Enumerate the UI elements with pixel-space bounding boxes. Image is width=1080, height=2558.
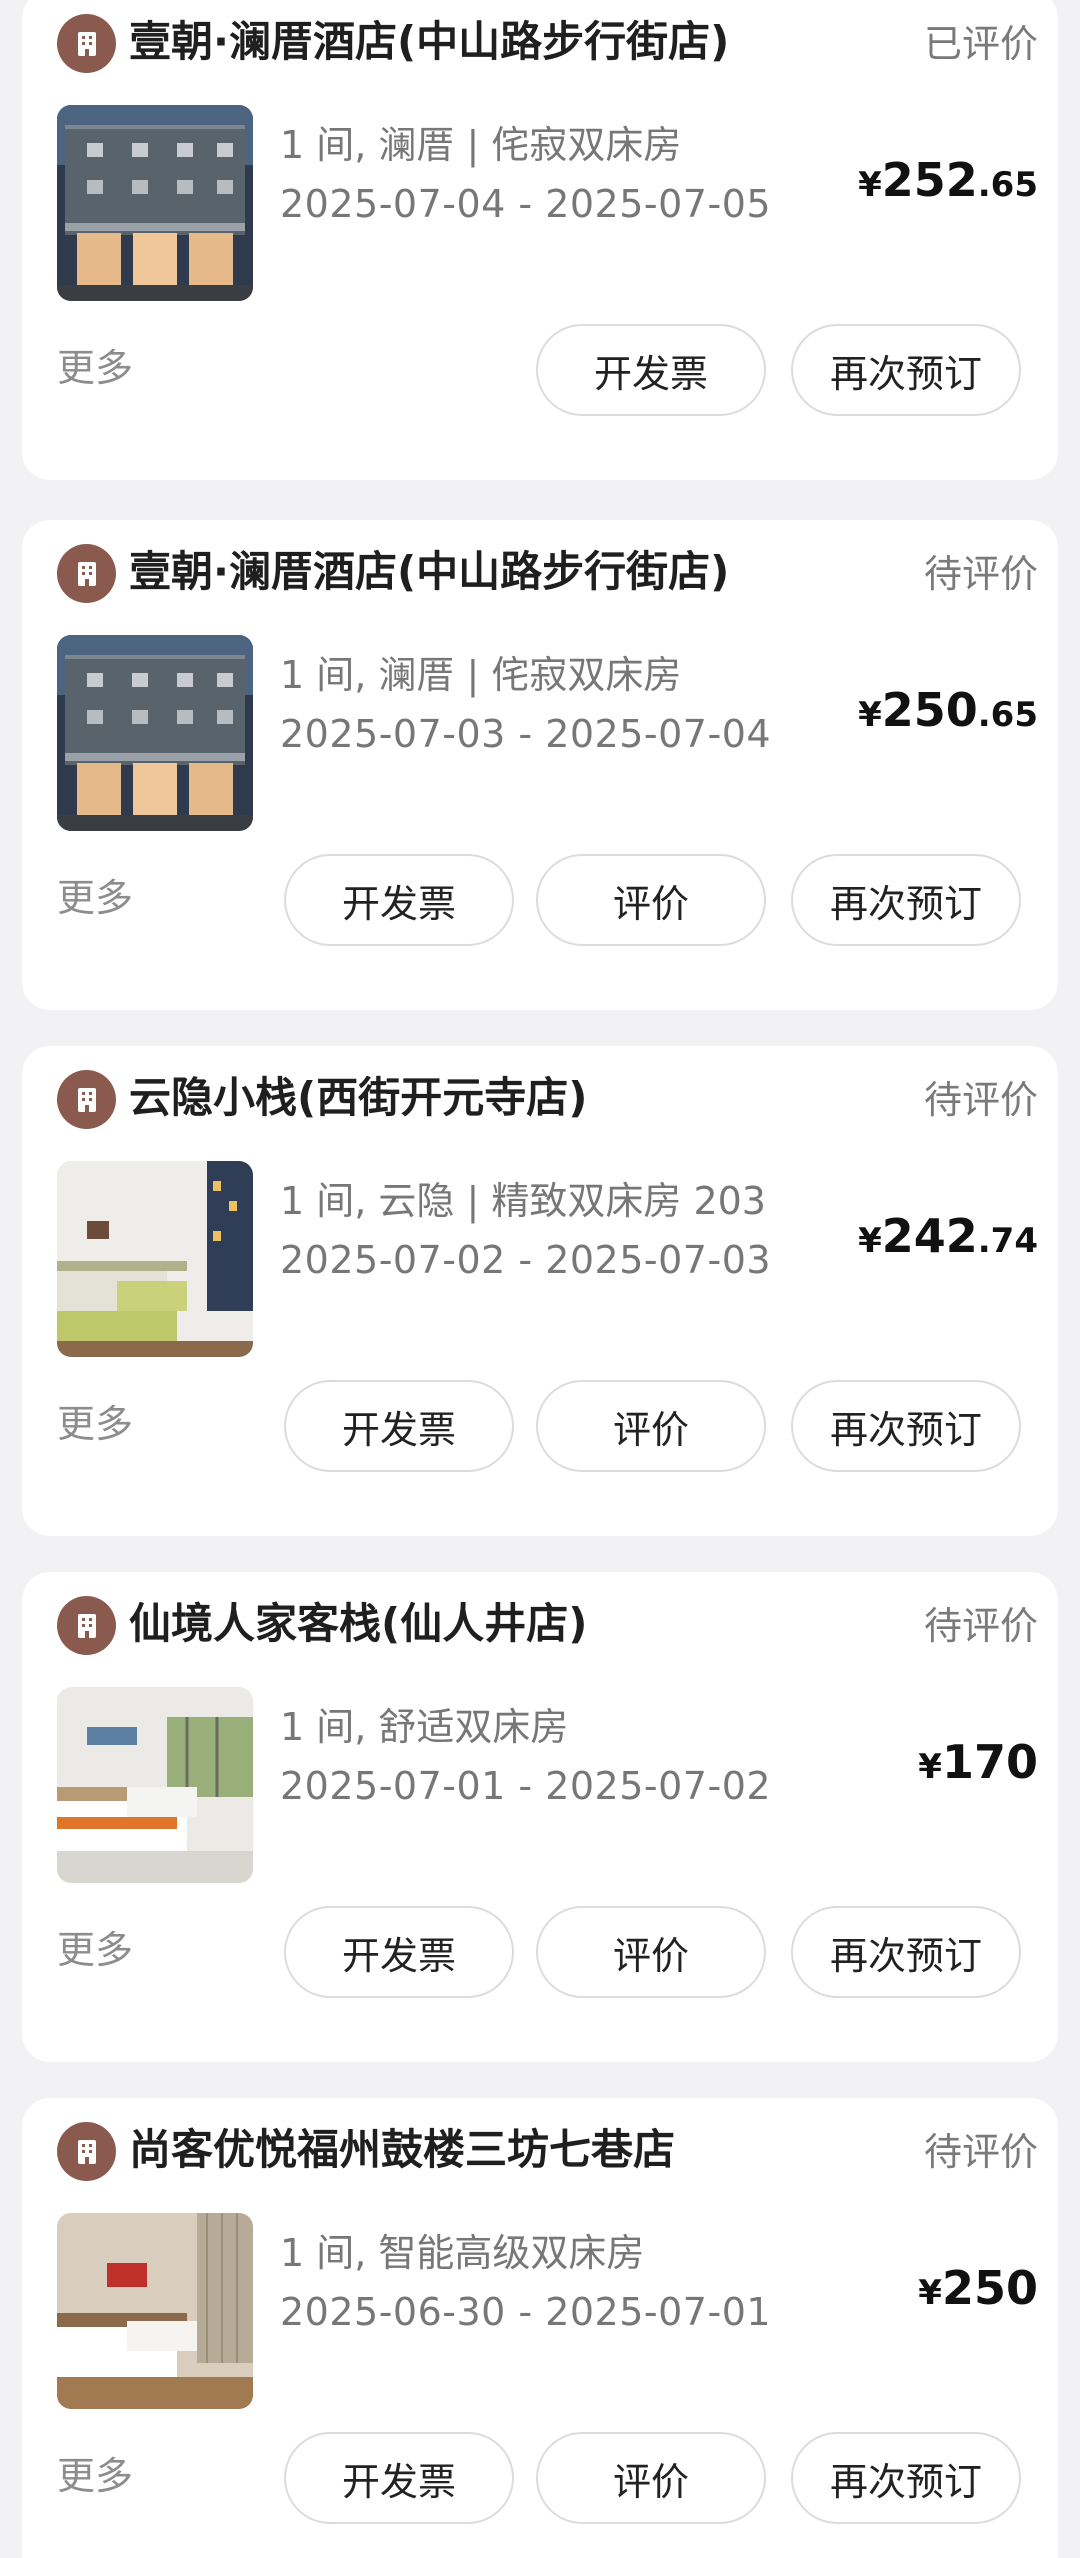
price-integer: 242 bbox=[881, 1209, 978, 1263]
hotel-name[interactable]: 壹朝·澜厝酒店(中山路步行街店) bbox=[129, 542, 829, 602]
rebook-button[interactable]: 再次预订 bbox=[791, 1380, 1021, 1472]
review-status: 待评价 bbox=[923, 1078, 1038, 1122]
stay-dates: 2025-07-01 - 2025-07-02 bbox=[280, 1764, 772, 1808]
review-status: 待评价 bbox=[923, 552, 1038, 596]
room-info: 1 间, 云隐 | 精致双床房 203 bbox=[280, 1179, 766, 1223]
price-currency: ¥ bbox=[918, 2273, 942, 2313]
review-button[interactable]: 评价 bbox=[536, 1906, 766, 1998]
hotel-name[interactable]: 仙境人家客栈(仙人井店) bbox=[129, 1594, 829, 1654]
order-card[interactable]: 尚客优悦福州鼓楼三坊七巷店 待评价 1 间, 智能高级双床房 2025-06-3… bbox=[22, 2098, 1058, 2558]
hotel-thumbnail[interactable] bbox=[57, 1161, 253, 1357]
price-currency: ¥ bbox=[918, 1747, 942, 1787]
rebook-button[interactable]: 再次预订 bbox=[791, 2432, 1021, 2524]
price-integer: 250 bbox=[881, 683, 978, 737]
review-status: 待评价 bbox=[923, 1604, 1038, 1648]
room-info: 1 间, 澜厝 | 侘寂双床房 bbox=[280, 653, 682, 697]
building-icon bbox=[57, 14, 116, 73]
more-link[interactable]: 更多 bbox=[57, 1922, 133, 1978]
hotel-name[interactable]: 壹朝·澜厝酒店(中山路步行街店) bbox=[129, 12, 829, 72]
invoice-button[interactable]: 开发票 bbox=[284, 1380, 514, 1472]
building-icon bbox=[57, 2122, 116, 2181]
hotel-name[interactable]: 云隐小栈(西街开元寺店) bbox=[129, 1068, 829, 1128]
order-price: ¥252.65 bbox=[858, 150, 1038, 221]
review-button[interactable]: 评价 bbox=[536, 2432, 766, 2524]
more-link[interactable]: 更多 bbox=[57, 340, 133, 396]
more-link[interactable]: 更多 bbox=[57, 2448, 133, 2504]
order-price: ¥242.74 bbox=[858, 1206, 1038, 1277]
price-currency: ¥ bbox=[858, 695, 882, 735]
rebook-button[interactable]: 再次预订 bbox=[791, 1906, 1021, 1998]
more-link[interactable]: 更多 bbox=[57, 1396, 133, 1452]
hotel-thumbnail[interactable] bbox=[57, 105, 253, 301]
building-icon bbox=[57, 1596, 116, 1655]
room-info: 1 间, 澜厝 | 侘寂双床房 bbox=[280, 123, 682, 167]
review-button[interactable]: 评价 bbox=[536, 1380, 766, 1472]
stay-dates: 2025-07-03 - 2025-07-04 bbox=[280, 712, 772, 756]
rebook-button[interactable]: 再次预订 bbox=[791, 324, 1021, 416]
invoice-button[interactable]: 开发票 bbox=[284, 854, 514, 946]
hotel-thumbnail[interactable] bbox=[57, 635, 253, 831]
invoice-button[interactable]: 开发票 bbox=[284, 1906, 514, 1998]
review-button[interactable]: 评价 bbox=[536, 854, 766, 946]
order-card[interactable]: 壹朝·澜厝酒店(中山路步行街店) 已评价 1 间, 澜厝 | 侘寂双床房 202… bbox=[22, 0, 1058, 480]
price-integer: 170 bbox=[941, 1735, 1038, 1789]
hotel-name[interactable]: 尚客优悦福州鼓楼三坊七巷店 bbox=[129, 2120, 829, 2180]
price-decimal: .65 bbox=[977, 165, 1038, 205]
price-decimal: .74 bbox=[977, 1221, 1038, 1261]
order-price: ¥250.65 bbox=[858, 680, 1038, 751]
rebook-button[interactable]: 再次预订 bbox=[791, 854, 1021, 946]
order-card[interactable]: 壹朝·澜厝酒店(中山路步行街店) 待评价 1 间, 澜厝 | 侘寂双床房 202… bbox=[22, 520, 1058, 1010]
price-currency: ¥ bbox=[858, 1221, 882, 1261]
stay-dates: 2025-07-02 - 2025-07-03 bbox=[280, 1238, 772, 1282]
room-info: 1 间, 舒适双床房 bbox=[280, 1705, 569, 1749]
hotel-thumbnail[interactable] bbox=[57, 2213, 253, 2409]
more-link[interactable]: 更多 bbox=[57, 870, 133, 926]
order-list: 壹朝·澜厝酒店(中山路步行街店) 已评价 1 间, 澜厝 | 侘寂双床房 202… bbox=[0, 0, 1080, 2558]
invoice-button[interactable]: 开发票 bbox=[536, 324, 766, 416]
review-status: 已评价 bbox=[923, 22, 1038, 66]
price-integer: 250 bbox=[941, 2261, 1038, 2315]
building-icon bbox=[57, 544, 116, 603]
room-info: 1 间, 智能高级双床房 bbox=[280, 2231, 645, 2275]
building-icon bbox=[57, 1070, 116, 1129]
order-price: ¥170 bbox=[918, 1732, 1038, 1803]
stay-dates: 2025-07-04 - 2025-07-05 bbox=[280, 182, 772, 226]
price-currency: ¥ bbox=[858, 165, 882, 205]
hotel-thumbnail[interactable] bbox=[57, 1687, 253, 1883]
price-integer: 252 bbox=[881, 153, 978, 207]
stay-dates: 2025-06-30 - 2025-07-01 bbox=[280, 2290, 772, 2334]
review-status: 待评价 bbox=[923, 2130, 1038, 2174]
invoice-button[interactable]: 开发票 bbox=[284, 2432, 514, 2524]
order-card[interactable]: 仙境人家客栈(仙人井店) 待评价 1 间, 舒适双床房 2025-07-01 -… bbox=[22, 1572, 1058, 2062]
order-price: ¥250 bbox=[918, 2258, 1038, 2329]
price-decimal: .65 bbox=[977, 695, 1038, 735]
order-card[interactable]: 云隐小栈(西街开元寺店) 待评价 1 间, 云隐 | 精致双床房 203 202… bbox=[22, 1046, 1058, 1536]
